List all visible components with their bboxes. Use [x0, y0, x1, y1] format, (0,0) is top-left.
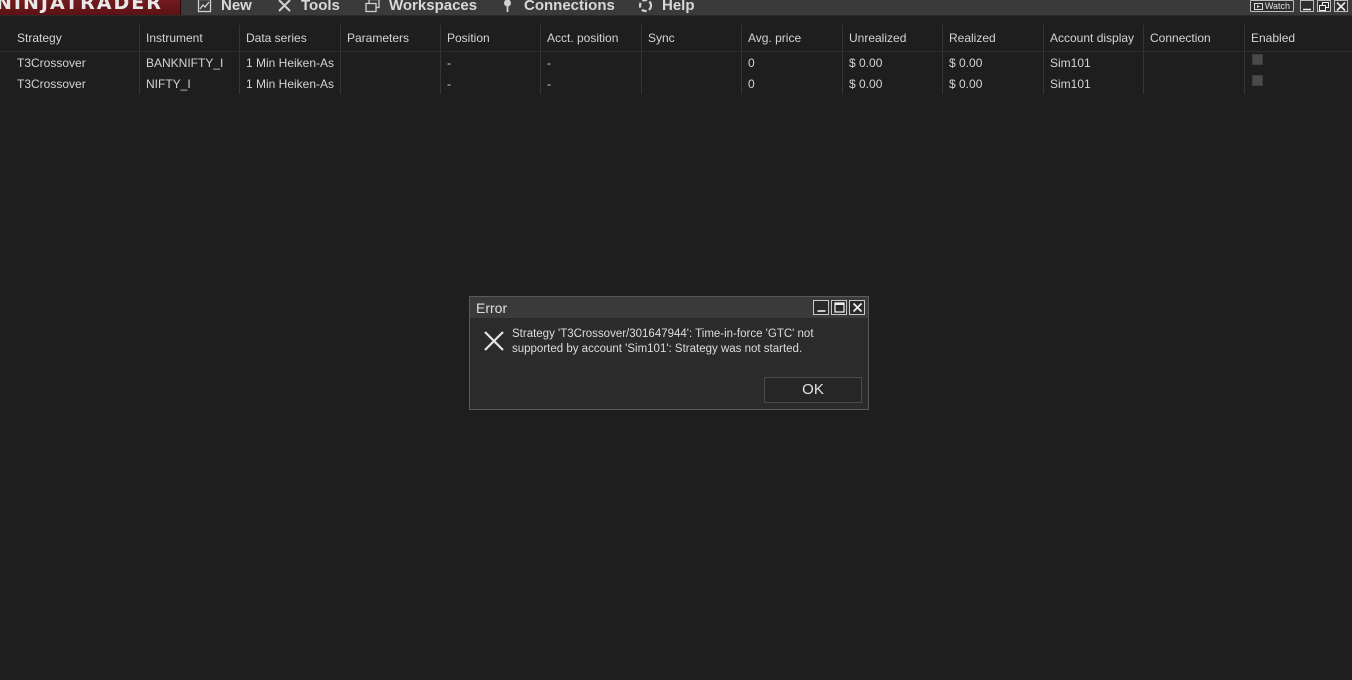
menu-help-label: Help [662, 0, 695, 14]
close-icon [852, 302, 862, 313]
column-header-acct-position[interactable]: Acct. position [541, 25, 642, 51]
column-header-strategy[interactable]: Strategy [0, 25, 140, 51]
dialog-maximize-button[interactable] [831, 300, 847, 315]
cell-unrealized: $ 0.00 [843, 73, 943, 94]
cell-data-series: 1 Min Heiken-As [240, 52, 341, 73]
cell-account-display: Sim101 [1044, 52, 1144, 73]
menu-tools[interactable]: Tools [277, 0, 340, 14]
dialog-minimize-button[interactable] [813, 300, 829, 315]
ok-button[interactable]: OK [764, 377, 862, 403]
minimize-icon [1303, 8, 1311, 10]
column-header-instrument[interactable]: Instrument [140, 25, 240, 51]
menu-bar: NINJATRADER New Tools Workspaces Connect… [0, 0, 1352, 16]
column-header-position[interactable]: Position [441, 25, 541, 51]
cell-strategy: T3Crossover [0, 73, 140, 94]
tools-icon [278, 0, 291, 12]
strategies-grid: Strategy Instrument Data series Paramete… [0, 25, 1352, 94]
enabled-checkbox[interactable] [1252, 54, 1263, 65]
grid-header: Strategy Instrument Data series Paramete… [0, 25, 1352, 52]
cell-parameters [341, 73, 441, 94]
column-header-account-display[interactable]: Account display [1044, 25, 1144, 51]
column-header-unrealized[interactable]: Unrealized [843, 25, 943, 51]
menu-new[interactable]: New [197, 0, 252, 14]
menu-connections-label: Connections [524, 0, 615, 14]
column-header-sync[interactable]: Sync [642, 25, 742, 51]
column-header-avg-price[interactable]: Avg. price [742, 25, 843, 51]
menu-tools-label: Tools [301, 0, 340, 14]
video-icon [1253, 2, 1263, 10]
help-lifebuoy-icon [638, 0, 653, 12]
cell-position: - [441, 52, 541, 73]
cell-avg-price: 0 [742, 52, 843, 73]
minimize-icon [817, 310, 825, 312]
cell-realized: $ 0.00 [943, 52, 1044, 73]
column-header-enabled[interactable]: Enabled [1245, 25, 1352, 51]
cell-account-display: Sim101 [1044, 73, 1144, 94]
cell-enabled [1245, 73, 1352, 94]
menu-help[interactable]: Help [638, 0, 695, 14]
column-header-parameters[interactable]: Parameters [341, 25, 441, 51]
table-row[interactable]: T3Crossover NIFTY_I 1 Min Heiken-As - - … [0, 73, 1352, 94]
plug-icon [504, 0, 511, 12]
cell-acct-position: - [541, 52, 642, 73]
cell-parameters [341, 52, 441, 73]
cell-realized: $ 0.00 [943, 73, 1044, 94]
dialog-close-button[interactable] [849, 300, 865, 315]
cell-strategy: T3Crossover [0, 52, 140, 73]
cell-position: - [441, 73, 541, 94]
error-message: Strategy 'T3Crossover/301647944': Time-i… [512, 328, 814, 355]
table-row[interactable]: T3Crossover BANKNIFTY_I 1 Min Heiken-As … [0, 52, 1352, 73]
watch-label: Watch [1264, 1, 1290, 11]
cell-sync [642, 52, 742, 73]
dialog-window-controls [813, 300, 865, 315]
ninjatrader-logo: NINJATRADER [0, 0, 181, 15]
menu-workspaces-label: Workspaces [389, 0, 478, 14]
cell-enabled [1245, 52, 1352, 73]
restore-button[interactable] [1317, 0, 1331, 12]
cell-connection [1144, 73, 1245, 94]
close-icon [1336, 1, 1346, 11]
menu-workspaces[interactable]: Workspaces [365, 0, 477, 14]
cell-connection [1144, 52, 1245, 73]
menu-connections[interactable]: Connections [500, 0, 615, 14]
maximize-icon [833, 302, 845, 313]
close-button[interactable] [1334, 0, 1348, 12]
cell-acct-position: - [541, 73, 642, 94]
error-dialog: Error Strategy 'T3Crossover/301647944': … [469, 296, 869, 410]
error-x-icon [484, 331, 504, 351]
cell-instrument: BANKNIFTY_I [140, 52, 240, 73]
cell-unrealized: $ 0.00 [843, 52, 943, 73]
cell-data-series: 1 Min Heiken-As [240, 73, 341, 94]
dialog-title: Error [476, 300, 508, 316]
minimize-button[interactable] [1300, 0, 1314, 12]
new-chart-icon [197, 0, 212, 12]
column-header-data-series[interactable]: Data series [240, 25, 341, 51]
cell-avg-price: 0 [742, 73, 843, 94]
restore-icon [1319, 1, 1329, 11]
logo-text: NINJATRADER [0, 0, 163, 14]
menu-new-label: New [221, 0, 252, 14]
window-controls: Watch [1249, 0, 1348, 12]
cell-instrument: NIFTY_I [140, 73, 240, 94]
watch-button[interactable]: Watch [1249, 0, 1294, 12]
workspaces-icon [365, 0, 380, 12]
column-header-realized[interactable]: Realized [943, 25, 1044, 51]
enabled-checkbox[interactable] [1252, 75, 1263, 86]
cell-sync [642, 73, 742, 94]
column-header-connection[interactable]: Connection [1144, 25, 1245, 51]
dialog-title-bar[interactable]: Error [470, 297, 868, 319]
